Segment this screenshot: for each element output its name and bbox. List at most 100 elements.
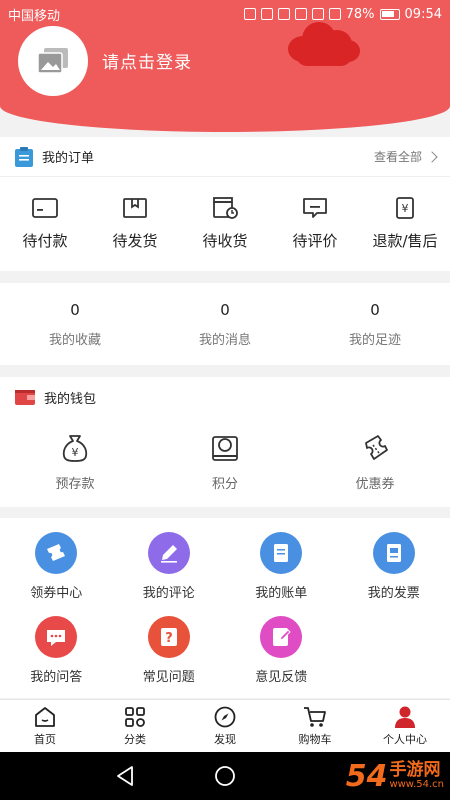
wallet-header: 我的钱包 [0,377,450,417]
tab-home[interactable]: 首页 [0,700,90,752]
wallet-card: 我的钱包 ¥ 预存款 积分 优惠券 [0,377,450,507]
stats-card: 0 我的收藏 0 我的消息 0 我的足迹 [0,283,450,365]
points-icon [212,435,238,461]
tab-label: 分类 [124,733,146,746]
service-my-qa[interactable]: 我的问答 [0,616,113,700]
order-pending-shipment[interactable]: 待发货 [90,177,180,269]
service-label: 意见反馈 [255,670,308,685]
stat-label: 我的消息 [198,332,251,348]
tab-label: 首页 [34,733,56,746]
service-faq[interactable]: ? 常见问题 [113,616,226,700]
image-placeholder-icon [37,48,68,74]
ticket-icon [35,532,78,574]
favorites-stat[interactable]: 0 我的收藏 [0,283,150,365]
wallet-coupons[interactable]: 优惠券 [300,417,450,507]
svg-text:?: ? [165,631,173,646]
carrier-name: 中国移动 [8,8,61,24]
profile-page: 中国移动 78% 09:54 请点击登录 我的订单 查看全部 待付款 待发货 待… [0,0,450,800]
stat-label: 我的足迹 [348,332,401,348]
tab-cart[interactable]: 购物车 [270,700,360,752]
view-all-orders-link[interactable]: 查看全部 [373,148,438,165]
compass-icon [214,706,236,728]
order-item-label: 退款/售后 [372,231,438,250]
back-icon[interactable] [114,764,136,788]
wallet-title: 我的钱包 [44,391,97,407]
service-label: 领券中心 [30,586,83,601]
service-my-comments[interactable]: 我的评论 [113,532,226,616]
delivery-clock-icon [213,196,238,219]
chat-icon [35,616,78,658]
order-pending-payment[interactable]: 待付款 [0,177,90,269]
nfc-icon [260,8,273,20]
status-bar: 中国移动 78% 09:54 [0,0,450,28]
order-item-label: 待发货 [112,231,158,250]
service-label: 我的账单 [255,586,308,601]
login-prompt[interactable]: 请点击登录 [102,48,192,73]
order-item-label: 待收货 [202,231,248,250]
clipboard-icon [15,146,33,167]
wallet-item-label: 优惠券 [355,476,395,492]
services-grid: 领券中心 我的评论 我的账单 我的发票 我的问答 ? 常见问题 意见反馈 [0,518,450,700]
battery-icon [379,8,400,20]
tab-discover[interactable]: 发现 [180,700,270,752]
site-watermark: 54 手游网 www.54.cn [346,752,444,800]
money-bag-icon: ¥ [62,434,88,462]
package-icon [123,197,147,218]
service-my-invoices[interactable]: 我的发票 [338,532,450,616]
orders-header: 我的订单 查看全部 [0,137,450,177]
order-pending-review[interactable]: 待评价 [270,177,360,269]
wallet-items: ¥ 预存款 积分 优惠券 [0,417,450,507]
home-circle-icon[interactable] [214,764,236,788]
view-all-label: 查看全部 [373,150,422,164]
svg-text:¥: ¥ [402,202,409,215]
category-icon [125,707,145,727]
order-pending-receipt[interactable]: 待收货 [180,177,270,269]
refund-icon: ¥ [396,196,414,219]
bluetooth-icon [243,8,256,20]
clock: 09:54 [404,6,442,22]
tab-profile[interactable]: 个人中心 [360,700,450,752]
service-my-bills[interactable]: 我的账单 [225,532,338,616]
tab-category[interactable]: 分类 [90,700,180,752]
service-label: 常见问题 [142,670,195,685]
chevron-right-icon [426,150,438,163]
watermark-site-name: 手游网 [389,759,441,780]
order-item-label: 待评价 [292,231,338,250]
watermark-url: www.54.cn [389,778,444,790]
bottom-tab-bar: 首页 分类 发现 购物车 个人中心 [0,699,450,752]
tab-label: 购物车 [298,733,332,746]
services-card: 领券中心 我的评论 我的账单 我的发票 我的问答 ? 常见问题 意见反馈 [0,518,450,698]
service-label: 我的问答 [30,670,83,685]
service-label: 我的评论 [142,586,195,601]
stat-value: 0 [70,300,80,319]
profile-header: 中国移动 78% 09:54 请点击登录 [0,0,450,132]
coupon-icon [365,434,388,460]
service-feedback[interactable]: 意见反馈 [225,616,338,700]
watermark-logo: 54 [345,758,388,794]
home-icon [35,707,55,727]
feedback-icon [260,616,303,658]
messages-stat[interactable]: 0 我的消息 [150,283,300,365]
tab-label: 发现 [214,733,236,746]
tab-label: 个人中心 [383,733,427,746]
footprints-stat[interactable]: 0 我的足迹 [300,283,450,365]
stat-label: 我的收藏 [48,332,101,348]
order-item-label: 待付款 [22,231,68,250]
bill-icon [260,532,303,574]
wallet-prepaid[interactable]: ¥ 预存款 [0,417,150,507]
wallet-item-label: 积分 [211,476,238,492]
svg-text:¥: ¥ [72,446,79,459]
wallet-icon [15,390,35,405]
cloud-decoration-icon [288,16,362,68]
service-label: 我的发票 [367,586,420,601]
order-status-row: 待付款 待发货 待收货 待评价 ¥ 退款/售后 [0,177,450,269]
cart-icon [304,707,326,727]
pencil-icon [147,532,190,574]
user-icon [395,706,415,728]
comment-icon [303,197,327,218]
wallet-points[interactable]: 积分 [150,417,300,507]
avatar[interactable] [18,26,88,96]
orders-title: 我的订单 [42,151,95,166]
order-refund[interactable]: ¥ 退款/售后 [360,177,450,269]
service-coupon-center[interactable]: 领券中心 [0,532,113,616]
